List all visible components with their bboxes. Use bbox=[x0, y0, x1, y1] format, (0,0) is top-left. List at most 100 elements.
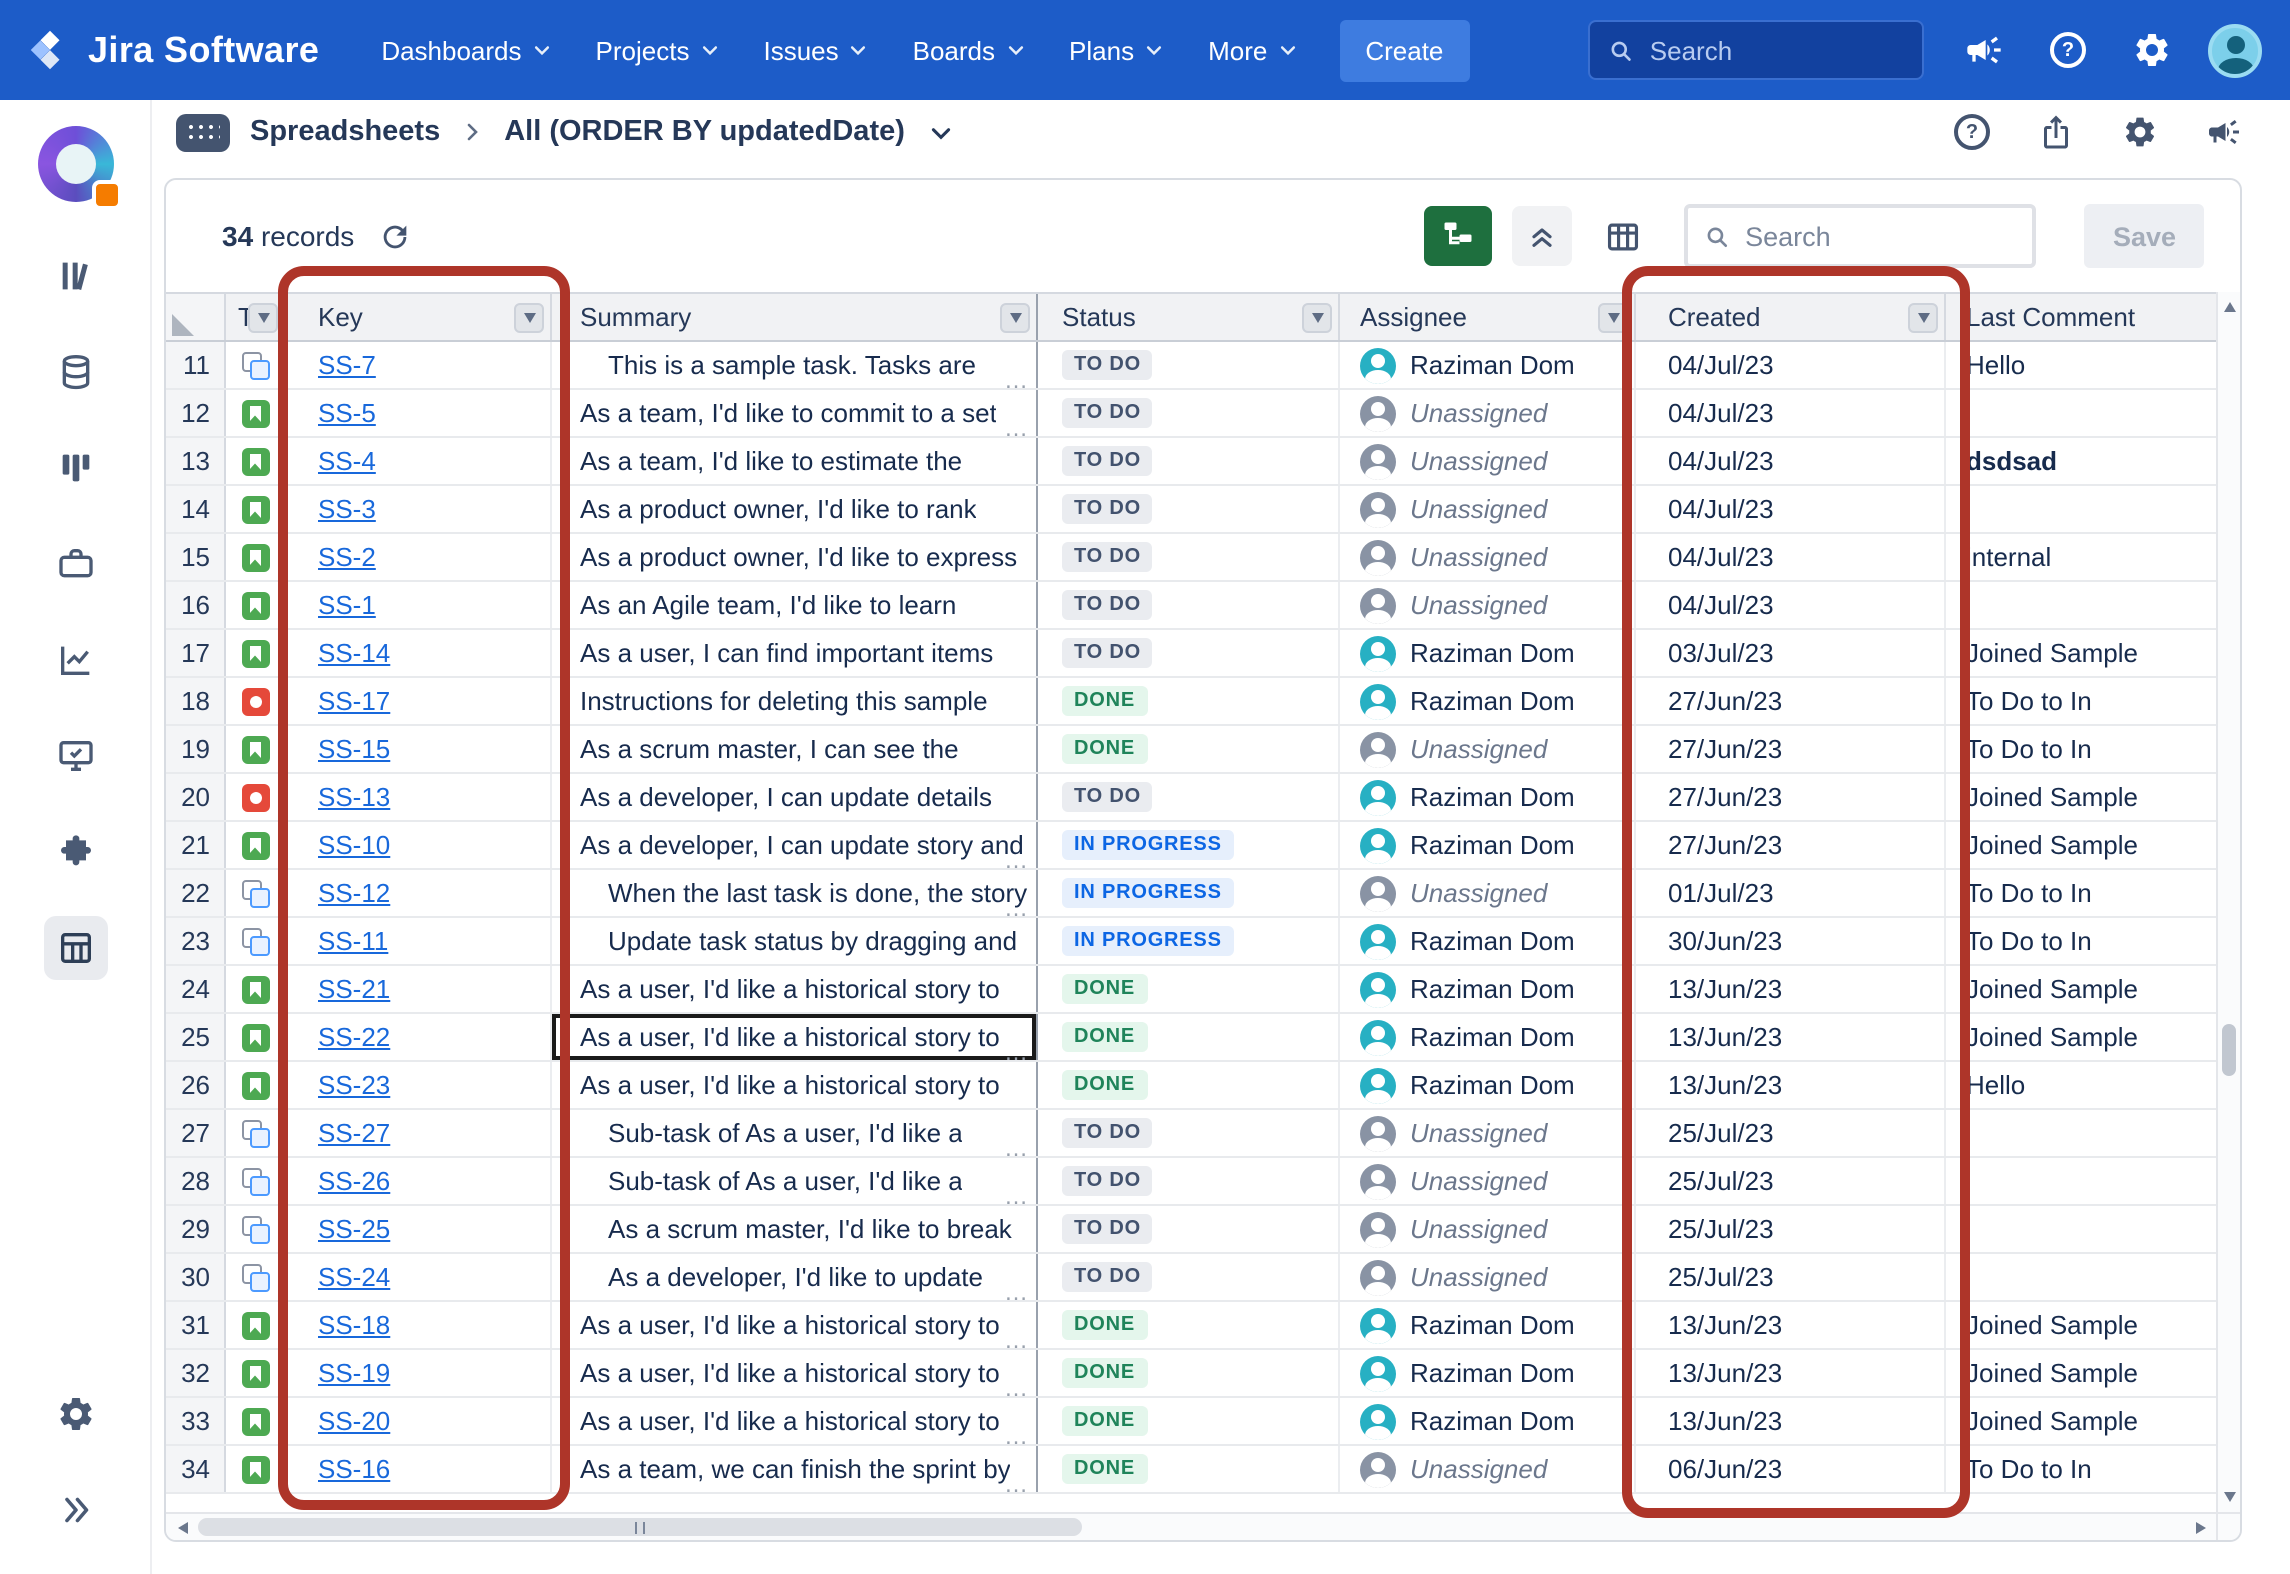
issue-key-link[interactable]: SS-22 bbox=[318, 1022, 390, 1052]
issue-key-link[interactable]: SS-14 bbox=[318, 638, 390, 668]
last-comment-cell[interactable]: To Do to In bbox=[1946, 918, 2216, 964]
nav-menu-item[interactable]: More bbox=[1186, 0, 1319, 100]
created-cell[interactable]: 04/Jul/23 bbox=[1636, 582, 1946, 628]
summary-cell[interactable]: As a user, I can find important items … bbox=[552, 630, 1038, 676]
select-all-corner[interactable] bbox=[166, 294, 226, 340]
issue-key-link[interactable]: SS-21 bbox=[318, 974, 390, 1004]
issue-key-link[interactable]: SS-25 bbox=[318, 1214, 390, 1244]
created-cell[interactable]: 27/Jun/23 bbox=[1636, 774, 1946, 820]
status-cell[interactable]: DONE bbox=[1038, 966, 1340, 1012]
scroll-left-arrow[interactable] bbox=[168, 1514, 196, 1540]
issue-type-cell[interactable] bbox=[226, 1158, 286, 1204]
sidebar-item-apps[interactable] bbox=[43, 820, 107, 884]
assignee-cell[interactable]: Raziman Dom bbox=[1340, 342, 1636, 388]
issue-key-cell[interactable]: SS-26 bbox=[286, 1158, 552, 1204]
status-cell[interactable]: IN PROGRESS bbox=[1038, 822, 1340, 868]
last-comment-cell[interactable]: Joined Sample bbox=[1946, 1350, 2216, 1396]
issue-key-cell[interactable]: SS-10 bbox=[286, 822, 552, 868]
sidebar-item-reports[interactable] bbox=[43, 628, 107, 692]
last-comment-cell[interactable]: Hello bbox=[1946, 342, 2216, 388]
last-comment-cell[interactable] bbox=[1946, 390, 2216, 436]
assignee-cell[interactable]: Raziman Dom bbox=[1340, 1350, 1636, 1396]
table-row[interactable]: 24 SS-21 As a user, I'd like a historica… bbox=[166, 966, 2216, 1014]
sidebar-item-library[interactable] bbox=[43, 244, 107, 308]
status-cell[interactable]: DONE bbox=[1038, 1014, 1340, 1060]
issue-key-link[interactable]: SS-12 bbox=[318, 878, 390, 908]
issue-key-cell[interactable]: SS-18 bbox=[286, 1302, 552, 1348]
breadcrumb-current[interactable]: All (ORDER BY updatedDate) bbox=[504, 116, 905, 148]
issue-type-cell[interactable] bbox=[226, 774, 286, 820]
issue-key-link[interactable]: SS-26 bbox=[318, 1166, 390, 1196]
assignee-cell[interactable]: Raziman Dom bbox=[1340, 1062, 1636, 1108]
status-cell[interactable]: TO DO bbox=[1038, 1254, 1340, 1300]
assignee-cell[interactable]: Unassigned bbox=[1340, 1446, 1636, 1492]
issue-key-cell[interactable]: SS-7 bbox=[286, 342, 552, 388]
header-key[interactable]: Key bbox=[286, 294, 552, 340]
sidebar-item-releases[interactable] bbox=[43, 724, 107, 788]
announcements-button[interactable] bbox=[1956, 22, 2012, 78]
row-number-cell[interactable]: 24 bbox=[166, 966, 226, 1012]
page-announcements-button[interactable] bbox=[2206, 114, 2242, 150]
issue-type-cell[interactable] bbox=[226, 678, 286, 724]
summary-cell[interactable]: Instructions for deleting this sample … bbox=[552, 678, 1038, 724]
issue-key-cell[interactable]: SS-4 bbox=[286, 438, 552, 484]
issue-key-link[interactable]: SS-3 bbox=[318, 494, 376, 524]
issue-type-cell[interactable] bbox=[226, 1350, 286, 1396]
grid-view-button[interactable] bbox=[1593, 206, 1653, 266]
issue-type-cell[interactable] bbox=[226, 342, 286, 388]
issue-type-cell[interactable] bbox=[226, 582, 286, 628]
last-comment-cell[interactable] bbox=[1946, 582, 2216, 628]
issue-key-link[interactable]: SS-1 bbox=[318, 590, 376, 620]
last-comment-cell[interactable]: Joined Sample bbox=[1946, 630, 2216, 676]
last-comment-cell[interactable] bbox=[1946, 1206, 2216, 1252]
issue-key-link[interactable]: SS-19 bbox=[318, 1358, 390, 1388]
table-row[interactable]: 22 SS-12 When the last task is done, the… bbox=[166, 870, 2216, 918]
assignee-cell[interactable]: Unassigned bbox=[1340, 486, 1636, 532]
table-row[interactable]: 27 SS-27 Sub-task of As a user, I'd like… bbox=[166, 1110, 2216, 1158]
issue-type-cell[interactable] bbox=[226, 486, 286, 532]
horizontal-scrollbar[interactable] bbox=[166, 1512, 2216, 1540]
status-cell[interactable]: TO DO bbox=[1038, 774, 1340, 820]
issue-key-cell[interactable]: SS-25 bbox=[286, 1206, 552, 1252]
summary-cell[interactable]: As a developer, I can update details … bbox=[552, 774, 1038, 820]
status-cell[interactable]: DONE bbox=[1038, 1062, 1340, 1108]
summary-cell[interactable]: As a product owner, I'd like to rank … bbox=[552, 486, 1038, 532]
settings-button[interactable] bbox=[2124, 22, 2180, 78]
status-filter-button[interactable] bbox=[1302, 302, 1332, 332]
last-comment-cell[interactable]: internal bbox=[1946, 534, 2216, 580]
status-cell[interactable]: DONE bbox=[1038, 1302, 1340, 1348]
created-cell[interactable]: 13/Jun/23 bbox=[1636, 966, 1946, 1012]
nav-menu-item[interactable]: Boards bbox=[891, 0, 1047, 100]
scroll-right-arrow[interactable] bbox=[2186, 1514, 2214, 1540]
summary-cell[interactable]: Sub-task of As a user, I'd like a … bbox=[552, 1110, 1038, 1156]
created-cell[interactable]: 04/Jul/23 bbox=[1636, 486, 1946, 532]
row-number-cell[interactable]: 32 bbox=[166, 1350, 226, 1396]
issue-type-cell[interactable] bbox=[226, 1062, 286, 1108]
row-number-cell[interactable]: 18 bbox=[166, 678, 226, 724]
assignee-cell[interactable]: Raziman Dom bbox=[1340, 774, 1636, 820]
last-comment-cell[interactable]: To Do to In bbox=[1946, 870, 2216, 916]
issue-key-cell[interactable]: SS-27 bbox=[286, 1110, 552, 1156]
issue-key-cell[interactable]: SS-19 bbox=[286, 1350, 552, 1396]
nav-menu-item[interactable]: Plans bbox=[1047, 0, 1186, 100]
row-number-cell[interactable]: 20 bbox=[166, 774, 226, 820]
issue-key-link[interactable]: SS-27 bbox=[318, 1118, 390, 1148]
last-comment-cell[interactable]: Joined Sample bbox=[1946, 822, 2216, 868]
last-comment-cell[interactable]: Joined Sample bbox=[1946, 1014, 2216, 1060]
save-button[interactable]: Save bbox=[2085, 204, 2204, 268]
issue-key-cell[interactable]: SS-3 bbox=[286, 486, 552, 532]
assignee-filter-button[interactable] bbox=[1598, 302, 1628, 332]
issue-key-cell[interactable]: SS-24 bbox=[286, 1254, 552, 1300]
status-cell[interactable]: DONE bbox=[1038, 1398, 1340, 1444]
status-cell[interactable]: TO DO bbox=[1038, 630, 1340, 676]
last-comment-cell[interactable] bbox=[1946, 1110, 2216, 1156]
help-button[interactable] bbox=[2040, 22, 2096, 78]
row-number-cell[interactable]: 12 bbox=[166, 390, 226, 436]
last-comment-cell[interactable]: Joined Sample bbox=[1946, 774, 2216, 820]
last-comment-cell[interactable] bbox=[1946, 486, 2216, 532]
header-last-comment[interactable]: Last Comment bbox=[1946, 294, 2216, 340]
summary-cell[interactable]: As a user, I'd like a historical story t… bbox=[552, 1398, 1038, 1444]
issue-key-link[interactable]: SS-17 bbox=[318, 686, 390, 716]
scroll-up-arrow[interactable] bbox=[2218, 294, 2240, 320]
status-cell[interactable]: IN PROGRESS bbox=[1038, 918, 1340, 964]
